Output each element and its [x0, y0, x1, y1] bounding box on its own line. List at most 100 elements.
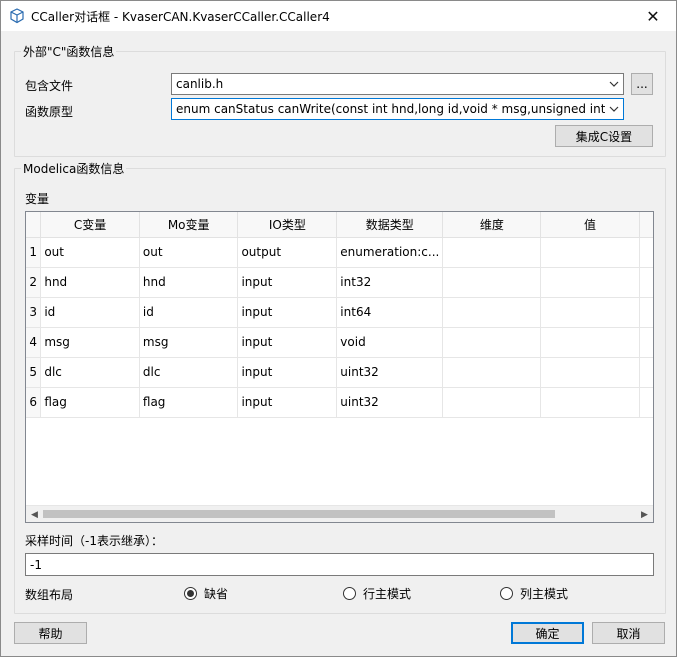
cell-data-type[interactable]: uint32 [336, 387, 444, 418]
row-number: 6 [26, 387, 42, 418]
sample-time-input[interactable]: -1 [25, 553, 654, 576]
variables-table[interactable]: C变量 Mo变量 IO类型 数据类型 维度 值 1 out out output… [25, 211, 654, 523]
cell-io-type[interactable]: input [237, 267, 338, 298]
table-header-row: C变量 Mo变量 IO类型 数据类型 维度 值 [26, 212, 653, 238]
cell-c-variable[interactable]: dlc [40, 357, 140, 388]
cell-c-variable[interactable]: hnd [40, 267, 140, 298]
column-header-filler [639, 212, 653, 238]
cell-io-type[interactable]: output [237, 237, 338, 268]
cell-value[interactable] [540, 357, 640, 388]
column-header[interactable]: C变量 [40, 212, 140, 238]
cell-data-type[interactable]: enumeration:c... [336, 237, 444, 268]
cell-dimension[interactable] [442, 387, 542, 418]
radio-default[interactable]: 缺省 [184, 585, 228, 602]
include-file-combo[interactable]: canlib.h [171, 73, 624, 95]
cell-value[interactable] [540, 387, 640, 418]
cell-data-type[interactable]: int64 [336, 297, 444, 328]
radio-column-major-label: 列主模式 [520, 587, 569, 601]
cell-mo-variable[interactable]: id [139, 297, 239, 328]
radio-row-major-label: 行主模式 [363, 587, 412, 601]
browse-button[interactable]: ... [631, 73, 653, 95]
cell-dimension[interactable] [442, 267, 542, 298]
array-layout-label: 数组布局 [25, 588, 74, 602]
cell-dimension[interactable] [442, 297, 542, 328]
cell-mo-variable[interactable]: hnd [139, 267, 239, 298]
row-number: 2 [26, 267, 42, 298]
cell-mo-variable[interactable]: flag [139, 387, 239, 418]
row-number: 1 [26, 237, 42, 268]
row-number: 5 [26, 357, 42, 388]
include-file-label: 包含文件 [25, 79, 74, 93]
cell-mo-variable[interactable]: dlc [139, 357, 239, 388]
close-button[interactable]: ✕ [630, 1, 676, 31]
horizontal-scrollbar[interactable]: ◀ ▶ [26, 505, 653, 522]
table-row[interactable]: 4 msg msg input void [26, 327, 653, 358]
chevron-down-icon [605, 74, 623, 94]
prototype-value: enum canStatus canWrite(const int hnd,lo… [176, 102, 623, 116]
cell-c-variable[interactable]: flag [40, 387, 140, 418]
cell-io-type[interactable]: input [237, 327, 338, 358]
cell-value[interactable] [540, 237, 640, 268]
table-row[interactable]: 5 dlc dlc input uint32 [26, 357, 653, 388]
cancel-button[interactable]: 取消 [592, 622, 665, 644]
row-number: 4 [26, 327, 42, 358]
prototype-label: 函数原型 [25, 105, 74, 119]
column-header[interactable]: 维度 [442, 212, 542, 238]
cell-filler [639, 387, 653, 418]
column-header[interactable]: Mo变量 [139, 212, 239, 238]
radio-unchecked-icon [343, 587, 356, 600]
cell-io-type[interactable]: input [237, 297, 338, 328]
cell-filler [639, 327, 653, 358]
cell-dimension[interactable] [442, 327, 542, 358]
cell-dimension[interactable] [442, 357, 542, 388]
radio-column-major[interactable]: 列主模式 [500, 585, 568, 602]
cell-data-type[interactable]: uint32 [336, 357, 444, 388]
cell-data-type[interactable]: int32 [336, 267, 444, 298]
sample-time-value: -1 [30, 557, 42, 572]
radio-row-major[interactable]: 行主模式 [343, 585, 411, 602]
cell-io-type[interactable]: input [237, 357, 338, 388]
table-row[interactable]: 1 out out output enumeration:c... [26, 237, 653, 268]
cell-filler [639, 237, 653, 268]
cell-value[interactable] [540, 267, 640, 298]
cell-c-variable[interactable]: out [40, 237, 140, 268]
cell-value[interactable] [540, 327, 640, 358]
cell-value[interactable] [540, 297, 640, 328]
column-header[interactable]: 值 [540, 212, 640, 238]
scroll-left-icon[interactable]: ◀ [26, 506, 43, 522]
prototype-combo[interactable]: enum canStatus canWrite(const int hnd,lo… [171, 98, 624, 120]
dialog-window: CCaller对话框 - KvaserCAN.KvaserCCaller.CCa… [0, 0, 677, 657]
cell-mo-variable[interactable]: out [139, 237, 239, 268]
table-row[interactable]: 3 id id input int64 [26, 297, 653, 328]
table-row[interactable]: 2 hnd hnd input int32 [26, 267, 653, 298]
scroll-right-icon[interactable]: ▶ [636, 506, 653, 522]
cell-mo-variable[interactable]: msg [139, 327, 239, 358]
table-row[interactable]: 6 flag flag input uint32 [26, 387, 653, 418]
ok-button[interactable]: 确定 [511, 622, 584, 644]
modelica-group-title: Modelica函数信息 [21, 160, 127, 177]
cube-icon [9, 8, 25, 24]
scrollbar-thumb[interactable] [43, 510, 555, 518]
radio-default-label: 缺省 [204, 587, 229, 601]
cell-data-type[interactable]: void [336, 327, 444, 358]
cell-filler [639, 297, 653, 328]
cell-filler [639, 357, 653, 388]
cell-dimension[interactable] [442, 237, 542, 268]
integrate-c-settings-button[interactable]: 集成C设置 [555, 125, 653, 147]
cell-c-variable[interactable]: id [40, 297, 140, 328]
column-header[interactable]: IO类型 [237, 212, 338, 238]
help-button[interactable]: 帮助 [14, 622, 87, 644]
cell-filler [639, 267, 653, 298]
column-header[interactable]: 数据类型 [336, 212, 444, 238]
external-c-group-title: 外部"C"函数信息 [21, 43, 117, 60]
include-file-value: canlib.h [176, 77, 224, 91]
window-title: CCaller对话框 - KvaserCAN.KvaserCCaller.CCa… [31, 10, 330, 24]
variables-grid: C变量 Mo变量 IO类型 数据类型 维度 值 1 out out output… [26, 212, 653, 418]
row-number: 3 [26, 297, 42, 328]
cell-c-variable[interactable]: msg [40, 327, 140, 358]
variables-label: 变量 [25, 192, 50, 206]
chevron-down-icon [605, 99, 623, 119]
radio-unchecked-icon [500, 587, 513, 600]
sample-time-label: 采样时间（-1表示继承）： [25, 534, 163, 548]
cell-io-type[interactable]: input [237, 387, 338, 418]
